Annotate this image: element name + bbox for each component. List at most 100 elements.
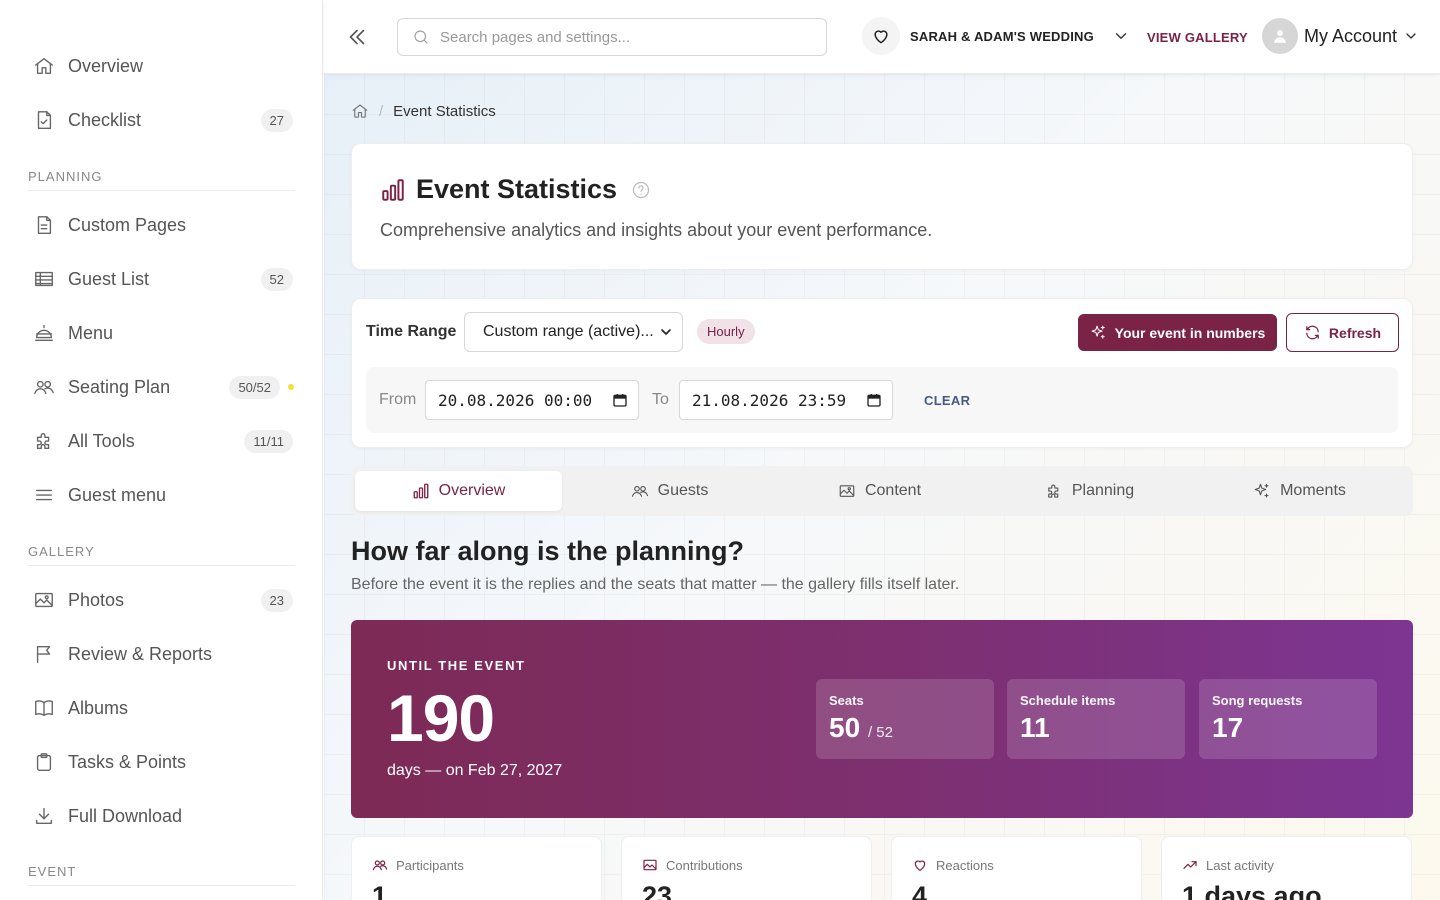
view-gallery-link[interactable]: VIEW GALLERY	[1147, 30, 1248, 45]
time-range-select[interactable]: Custom range (active)...	[464, 312, 683, 352]
cloche-icon	[28, 322, 60, 344]
to-datetime-input[interactable]: 21.08.2026 23:59	[679, 380, 893, 420]
to-value: 21.08.2026 23:59	[692, 390, 847, 410]
section-heading-gallery: GALLERY	[28, 544, 295, 566]
metric-value: 1 days ago	[1182, 881, 1322, 900]
stat-song-requests: Song requests 17	[1199, 679, 1377, 759]
stat-value: 17	[1212, 712, 1244, 743]
statistics-tabs: Overview Guests Content Planning Moments	[351, 466, 1413, 516]
people-icon	[372, 857, 388, 873]
custom-range-row: From 20.08.2026 00:00 To 21.08.2026 23:5…	[366, 367, 1398, 433]
heart-icon	[862, 17, 900, 55]
stat-seats: Seats 50 / 52	[816, 679, 994, 759]
sidebar-item-guest-menu[interactable]: Guest menu	[28, 475, 293, 515]
sidebar-item-menu[interactable]: Menu	[28, 313, 293, 353]
metric-label: Last activity	[1206, 857, 1274, 873]
bar-chart-icon	[380, 177, 406, 203]
from-label: From	[379, 391, 417, 408]
sidebar-item-overview[interactable]: Overview	[28, 46, 293, 86]
sidebar-item-review-reports[interactable]: Review & Reports	[28, 634, 293, 674]
button-label: Refresh	[1328, 324, 1382, 341]
refresh-button[interactable]: Refresh	[1286, 313, 1399, 352]
sidebar-item-albums[interactable]: Albums	[28, 688, 293, 728]
filter-card: Time Range Custom range (active)... Hour…	[351, 298, 1413, 448]
search-box[interactable]	[397, 18, 827, 56]
image-icon	[838, 482, 856, 500]
your-event-in-numbers-button[interactable]: Your event in numbers	[1078, 314, 1277, 351]
countdown-banner: UNTIL THE EVENT 190 days — on Feb 27, 20…	[351, 620, 1413, 818]
breadcrumb: / Event Statistics	[351, 102, 496, 120]
section-heading-planning: PLANNING	[28, 169, 295, 191]
time-range-value: Custom range (active)...	[483, 323, 654, 340]
tab-label: Content	[864, 482, 922, 499]
sidebar-item-label: Seating Plan	[68, 376, 171, 397]
sidebar-item-full-download[interactable]: Full Download	[28, 796, 293, 836]
help-icon[interactable]	[631, 180, 651, 200]
event-selector[interactable]: SARAH & ADAM'S WEDDING	[862, 17, 1130, 55]
book-icon	[28, 697, 60, 719]
document-icon	[28, 214, 60, 236]
metric-card-reactions: Reactions 4	[891, 836, 1142, 900]
chevron-down-icon	[1112, 27, 1130, 45]
sidebar-item-guest-list[interactable]: Guest List 52	[28, 259, 293, 299]
trend-up-icon	[1182, 857, 1198, 873]
main-content: / Event Statistics Event Statistics Comp…	[324, 74, 1440, 900]
stat-label: Seats	[829, 693, 864, 708]
puzzle-icon	[1045, 482, 1063, 500]
from-value: 20.08.2026 00:00	[438, 390, 593, 410]
puzzle-icon	[28, 430, 60, 452]
sidebar-item-label: Checklist	[68, 109, 142, 130]
page-title: Event Statistics	[416, 174, 618, 204]
hamburger-icon	[28, 484, 60, 506]
from-datetime-input[interactable]: 20.08.2026 00:00	[425, 380, 639, 420]
image-icon	[642, 857, 658, 873]
collapse-sidebar-icon[interactable]	[344, 24, 370, 50]
metric-card-contributions: Contributions 23	[621, 836, 872, 900]
home-icon[interactable]	[351, 102, 369, 120]
countdown-kicker: UNTIL THE EVENT	[387, 658, 526, 673]
sidebar-item-label: Menu	[68, 322, 114, 343]
image-icon	[28, 589, 60, 611]
countdown-days: 190	[387, 681, 495, 755]
chevron-down-icon	[658, 324, 674, 340]
account-menu[interactable]: My Account	[1262, 18, 1419, 54]
sidebar-item-seating-plan[interactable]: Seating Plan 50/52	[28, 367, 294, 407]
metric-label: Contributions	[666, 857, 743, 873]
people-icon	[28, 376, 60, 398]
sidebar-item-photos[interactable]: Photos 23	[28, 580, 293, 620]
tab-label: Guests	[657, 482, 709, 499]
stat-value: 50	[829, 712, 861, 743]
breadcrumb-separator: /	[379, 102, 384, 120]
sidebar: Overview Checklist 27 PLANNING Custom Pa…	[0, 0, 323, 900]
chevron-down-icon	[1403, 28, 1419, 44]
sidebar-item-custom-pages[interactable]: Custom Pages	[28, 205, 293, 245]
metric-value: 1	[372, 881, 388, 900]
sidebar-item-label: All Tools	[68, 430, 135, 451]
tab-moments[interactable]: Moments	[1196, 471, 1403, 511]
sidebar-item-label: Review & Reports	[68, 643, 213, 664]
metric-label: Participants	[396, 857, 464, 873]
clipboard-icon	[28, 751, 60, 773]
download-icon	[28, 805, 60, 827]
sidebar-item-label: Albums	[68, 697, 129, 718]
metric-label: Reactions	[936, 857, 994, 873]
sidebar-item-tasks-points[interactable]: Tasks & Points	[28, 742, 293, 782]
tab-content[interactable]: Content	[776, 471, 983, 511]
sparkle-icon	[1253, 482, 1271, 500]
sidebar-item-all-tools[interactable]: All Tools 11/11	[28, 421, 293, 461]
stat-label: Schedule items	[1020, 693, 1116, 708]
section-heading-event: EVENT	[28, 864, 295, 886]
checklist-icon	[28, 109, 60, 131]
account-label: My Account	[1304, 25, 1398, 46]
stat-schedule-items: Schedule items 11	[1007, 679, 1185, 759]
clear-range-button[interactable]: CLEAR	[924, 393, 970, 408]
sidebar-item-checklist[interactable]: Checklist 27	[28, 100, 293, 140]
count-badge: 27	[260, 108, 293, 132]
tab-label: Planning	[1071, 482, 1135, 499]
tab-planning[interactable]: Planning	[986, 471, 1193, 511]
tab-guests[interactable]: Guests	[566, 471, 773, 511]
search-input[interactable]	[440, 28, 810, 46]
tab-overview[interactable]: Overview	[355, 471, 562, 511]
table-icon	[28, 268, 60, 290]
sparkle-icon	[1090, 324, 1107, 341]
